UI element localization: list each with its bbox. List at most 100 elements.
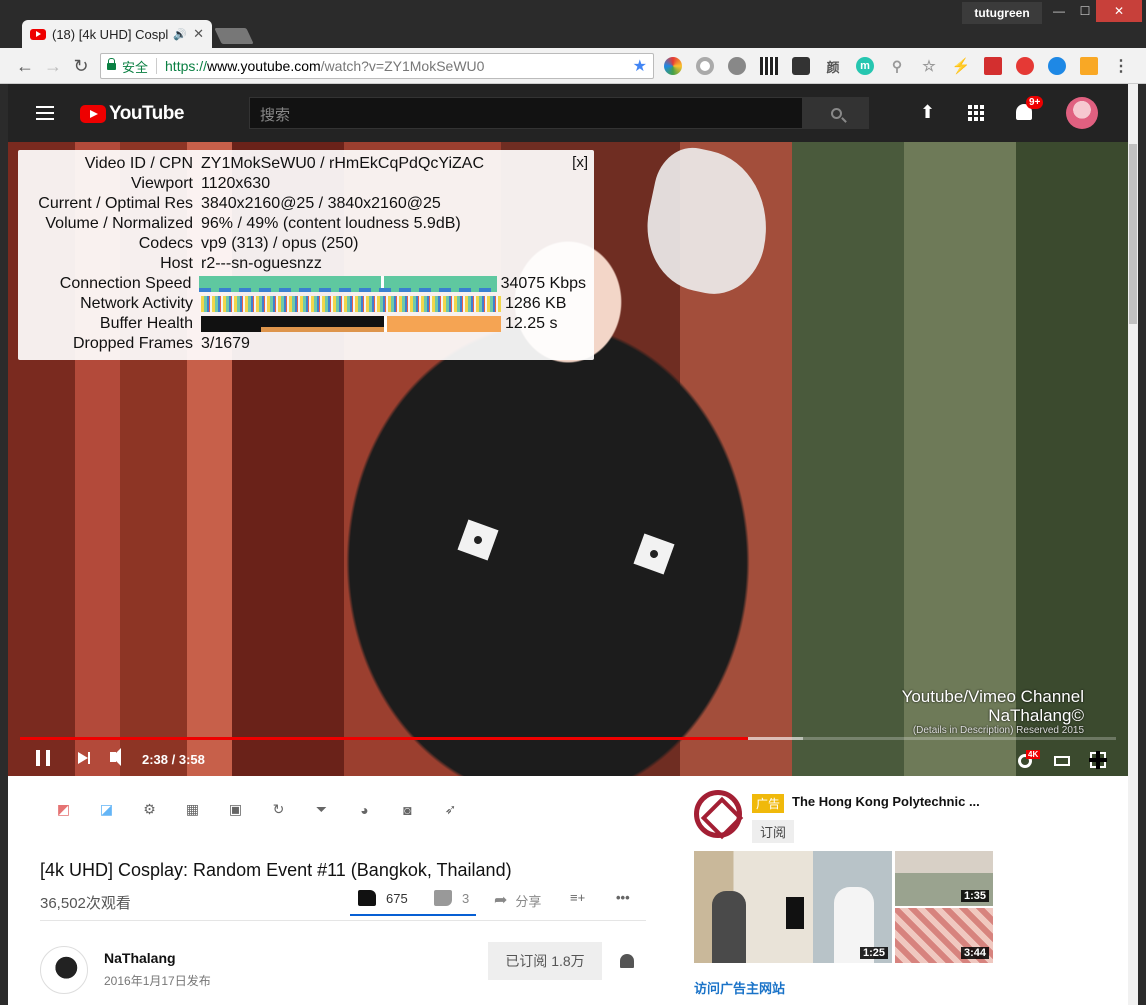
youtube-logo[interactable]: YouTube — [80, 103, 184, 125]
menu-icon[interactable] — [36, 106, 54, 120]
palette-icon[interactable]: ◕ — [355, 800, 374, 819]
fullscreen-icon[interactable] — [1089, 751, 1107, 769]
shield-extension-icon[interactable] — [1016, 57, 1034, 75]
network-activity-graph — [201, 296, 501, 312]
stat-row: Dropped Frames 3/1679 — [26, 334, 586, 354]
tab-title: (18) [4k UHD] Cospl — [52, 26, 169, 42]
new-tab-button[interactable] — [214, 28, 254, 44]
page-scrollbar[interactable] — [1128, 84, 1138, 1005]
stat-label: Buffer Health — [99, 315, 193, 332]
video-title: [4k UHD] Cosplay: Random Event #11 (Bang… — [40, 860, 512, 880]
screen-image — [786, 897, 804, 929]
browser-tab[interactable]: (18) [4k UHD] Cospl 🔊 ✕ — [22, 20, 212, 48]
extension-icon[interactable] — [792, 57, 810, 75]
reload-button[interactable]: ↻ — [70, 55, 92, 77]
youtube-favicon-icon — [30, 28, 46, 40]
red-extension-icon[interactable] — [984, 57, 1002, 75]
visit-advertiser-link[interactable]: 访问广告主网站 — [694, 978, 785, 997]
popout-icon[interactable]: ◪ — [97, 800, 116, 819]
stat-value: 1120x630 — [201, 175, 271, 192]
rocket-icon[interactable]: ➶ — [441, 800, 460, 819]
thumbs-up-icon — [358, 890, 376, 906]
lightning-extension-icon[interactable]: ⚡ — [952, 57, 971, 75]
pause-icon[interactable] — [36, 750, 50, 766]
stat-label: Volume / Normalized — [45, 215, 193, 232]
upload-icon[interactable]: ⬆ — [920, 102, 935, 123]
ad-thumbnail-main[interactable]: 1:25 — [694, 851, 892, 963]
star-outline-extension-icon[interactable]: ☆ — [920, 57, 938, 75]
share-button[interactable]: ➦ 分享 — [494, 890, 541, 910]
camera-icon[interactable]: ◙ — [398, 800, 417, 819]
notification-count-badge: 9+ — [1026, 96, 1044, 109]
ad-subscribe-button[interactable]: 订阅 — [752, 820, 795, 843]
stat-label: Viewport — [131, 175, 193, 192]
person-image — [712, 891, 746, 963]
speaker-icon[interactable]: 🔊 — [173, 28, 187, 41]
subscribed-button[interactable]: 已订阅 1.8万 — [488, 942, 602, 980]
dislike-button[interactable]: 3 — [434, 890, 469, 906]
theater-mode-icon[interactable] — [1054, 756, 1070, 766]
stat-row: Buffer Health 12.25 s — [26, 314, 586, 334]
volume-icon[interactable] — [110, 748, 121, 766]
picture-icon[interactable]: ▣ — [226, 800, 245, 819]
video-actions: 675 3 ➦ 分享 ≡+ ••• — [350, 884, 648, 916]
qr-code-extension-icon[interactable] — [760, 57, 778, 75]
like-button[interactable]: 675 — [358, 890, 408, 906]
stats-for-nerds-panel: [x] Video ID / CPN ZY1MokSeWU0 / rHmEkCq… — [18, 150, 594, 360]
window-frame-right — [1138, 84, 1146, 1005]
gear-extension-icon[interactable] — [728, 57, 746, 75]
ad-thumbnail[interactable]: 1:35 — [895, 851, 993, 906]
stats-close-button[interactable]: [x] — [572, 154, 588, 171]
sentiment-bar — [350, 914, 476, 916]
stat-value: vp9 (313) / opus (250) — [201, 235, 359, 252]
forward-button[interactable]: → — [42, 55, 64, 77]
add-to-playlist-icon[interactable]: ≡+ — [570, 890, 585, 905]
apps-grid-icon[interactable] — [968, 105, 984, 121]
stat-row: Host r2---sn-oguesnzz — [26, 254, 586, 274]
circle-extension-icon[interactable] — [696, 57, 714, 75]
stat-value: r2---sn-oguesnzz — [201, 255, 322, 272]
player-controls: 2:38 / 3:58 4K — [8, 740, 1128, 776]
gear-icon[interactable]: ⚙ — [140, 800, 159, 819]
bookmark-star-icon[interactable]: ★ — [633, 56, 647, 76]
time-display: 2:38 / 3:58 — [142, 752, 205, 767]
watermark-line: NaThalang© — [988, 706, 1084, 725]
masthead: YouTube 搜索 ⬆ 9+ — [8, 84, 1128, 142]
m-extension-icon[interactable]: m — [856, 57, 874, 75]
stat-value[interactable]: ZY1MokSeWU0 / rHmEkCqPdQcYiZAC — [201, 155, 484, 173]
scrollbar-thumb[interactable] — [1129, 144, 1137, 324]
stat-value: 3/1679 — [201, 335, 250, 352]
ad-thumbnail[interactable]: 3:44 — [895, 908, 993, 963]
film-icon[interactable]: ▦ — [183, 800, 202, 819]
sort-extension-icon[interactable] — [1080, 57, 1098, 75]
channel-name[interactable]: NaThalang — [104, 950, 176, 966]
video-player[interactable]: Youtube/Vimeo Channel NaThalang© (Detail… — [8, 142, 1128, 776]
url-protocol: https:// — [165, 58, 208, 74]
next-icon[interactable] — [78, 752, 90, 764]
notification-bell-icon[interactable] — [620, 954, 634, 968]
secure-label: 安全 — [122, 59, 149, 75]
profile-button[interactable]: tutugreen — [962, 2, 1042, 24]
channel-avatar[interactable] — [40, 946, 88, 994]
account-avatar[interactable] — [1066, 97, 1098, 129]
advertiser-name[interactable]: The Hong Kong Polytechnic ... — [792, 794, 980, 809]
color-wheel-extension-icon[interactable] — [664, 57, 682, 75]
filter-icon[interactable]: ⏷ — [312, 800, 331, 819]
stat-label: Dropped Frames — [72, 335, 193, 352]
translate-extension-icon[interactable]: 颜 — [824, 57, 842, 75]
address-bar[interactable]: 安全 https:// www.youtube.com /watch?v=ZY1… — [100, 53, 654, 79]
loop-icon[interactable]: ↻ — [269, 800, 288, 819]
video-duration: 3:44 — [960, 947, 989, 959]
tab-close-icon[interactable]: ✕ — [193, 26, 204, 42]
search-input[interactable]: 搜索 — [249, 97, 803, 129]
r-extension-icon[interactable] — [1048, 57, 1066, 75]
advertiser-logo[interactable] — [694, 790, 742, 838]
search-button[interactable] — [803, 97, 869, 129]
chrome-menu-icon[interactable]: ⋮ — [1112, 57, 1130, 75]
pin-extension-icon[interactable]: ⚲ — [888, 57, 906, 75]
more-actions-icon[interactable]: ••• — [616, 890, 630, 905]
stat-row: Network Activity 1286 KB — [26, 294, 586, 314]
screenshot-icon[interactable]: ◩ — [54, 800, 73, 819]
close-window-button[interactable]: ✕ — [1096, 0, 1142, 22]
back-button[interactable]: ← — [14, 55, 36, 77]
